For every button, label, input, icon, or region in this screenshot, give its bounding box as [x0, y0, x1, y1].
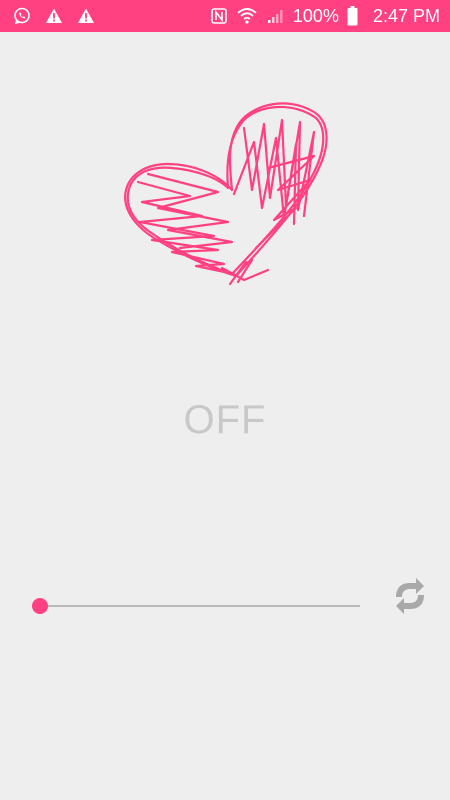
warning-icon	[76, 6, 96, 26]
wifi-icon	[237, 6, 257, 26]
main-screen: OFF	[0, 32, 450, 800]
slider[interactable]	[30, 596, 360, 616]
nfc-icon	[209, 6, 229, 26]
repeat-button[interactable]	[386, 576, 434, 620]
scribble-heart-icon[interactable]	[118, 98, 332, 290]
signal-icon	[265, 6, 285, 26]
clock: 2:47 PM	[372, 6, 440, 26]
whatsapp-icon	[12, 6, 32, 26]
battery-percentage: 100%	[292, 6, 339, 26]
slider-track[interactable]	[40, 605, 360, 607]
system-status: 100% 2:47 PM	[209, 6, 440, 26]
status-bar: 100% 2:47 PM	[0, 0, 450, 32]
slider-thumb[interactable]	[32, 598, 48, 614]
state-label: OFF	[183, 398, 267, 442]
battery-icon	[347, 6, 359, 26]
warning-icon	[44, 6, 64, 26]
notification-icons	[12, 6, 96, 26]
repeat-icon	[390, 577, 430, 620]
